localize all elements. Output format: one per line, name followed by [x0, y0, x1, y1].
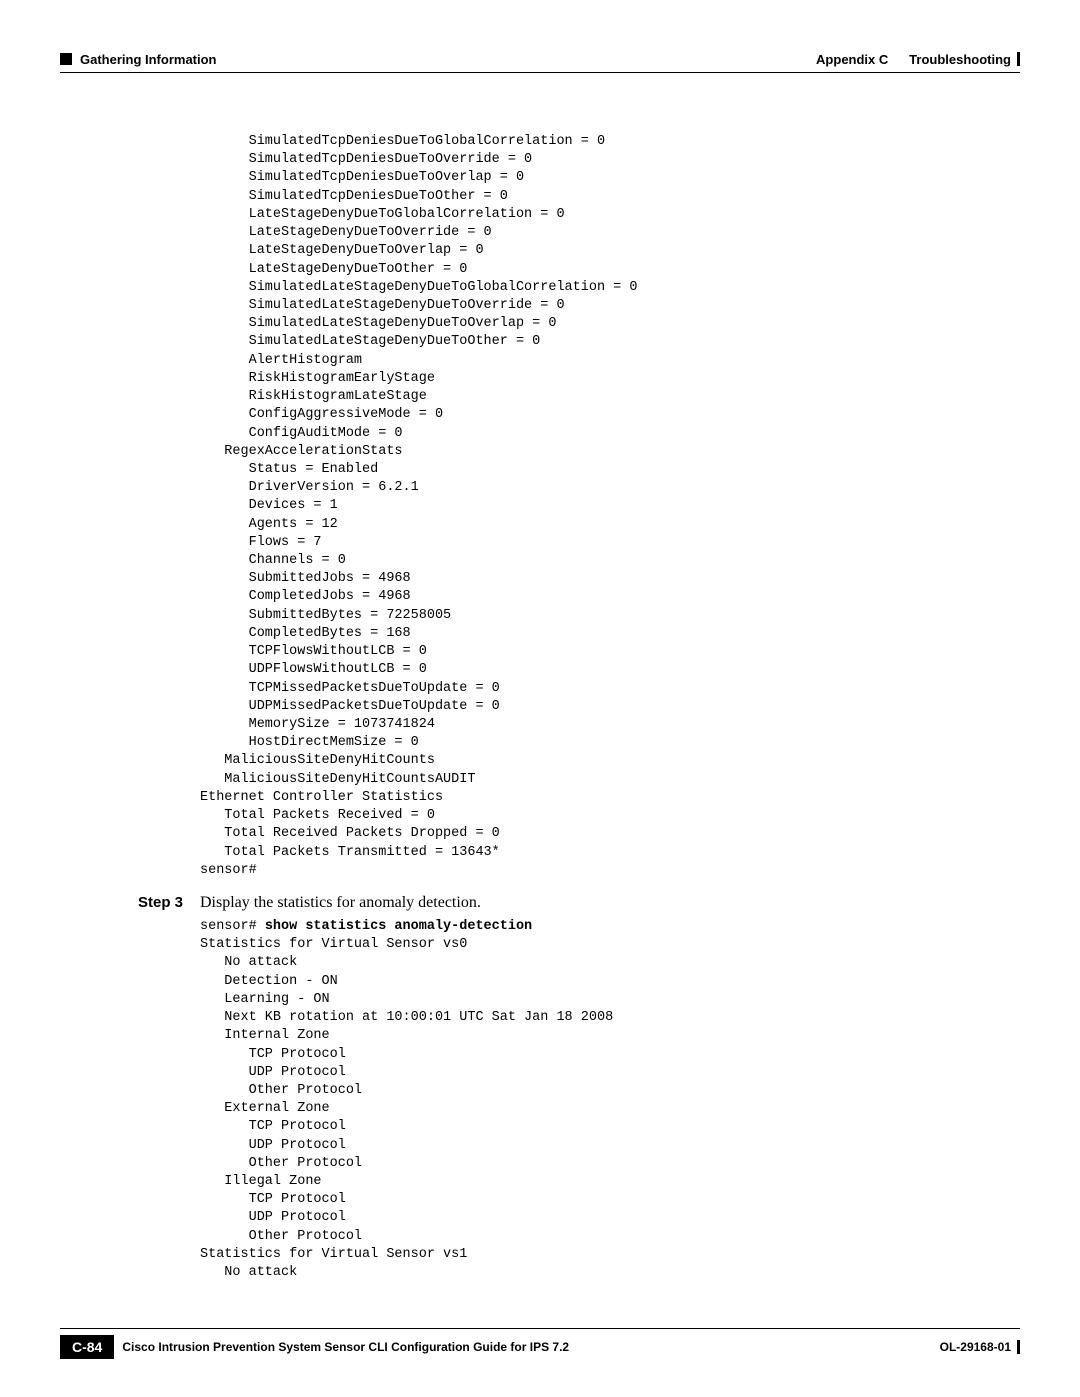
rule-marker-icon [1017, 1340, 1020, 1354]
doc-id: OL-29168-01 [940, 1340, 1020, 1354]
step-instruction: Display the statistics for anomaly detec… [200, 894, 481, 912]
header-right: Appendix C Troubleshooting [816, 50, 1020, 68]
page-container: Gathering Information Appendix C Trouble… [0, 0, 1080, 1397]
square-marker-icon [60, 53, 72, 65]
header-rule [60, 72, 1020, 73]
header-title: Troubleshooting [909, 52, 1011, 67]
footer-content: C-84 Cisco Intrusion Prevention System S… [60, 1335, 1020, 1359]
header-appendix: Appendix C [816, 52, 888, 67]
cli-command: show statistics anomaly-detection [265, 919, 532, 934]
page-number-badge: C-84 [60, 1335, 114, 1359]
page-header: Gathering Information Appendix C Trouble… [60, 50, 1020, 68]
header-left: Gathering Information [60, 52, 217, 67]
code-block-1: SimulatedTcpDeniesDueToGlobalCorrelation… [200, 133, 1020, 880]
page-footer: C-84 Cisco Intrusion Prevention System S… [60, 1328, 1020, 1359]
header-section-title: Gathering Information [80, 52, 217, 67]
doc-id-text: OL-29168-01 [940, 1340, 1011, 1354]
step-label: Step 3 [60, 894, 200, 911]
code-block-2: sensor# show statistics anomaly-detectio… [200, 918, 1020, 1282]
step-row: Step 3 Display the statistics for anomal… [60, 894, 1020, 912]
footer-left: C-84 Cisco Intrusion Prevention System S… [60, 1335, 569, 1359]
cli-prompt: sensor# [200, 919, 265, 934]
doc-title: Cisco Intrusion Prevention System Sensor… [122, 1340, 569, 1354]
rule-marker-icon [1017, 52, 1020, 66]
footer-rule [60, 1328, 1020, 1329]
cli-output: Statistics for Virtual Sensor vs0 No att… [200, 937, 613, 1280]
